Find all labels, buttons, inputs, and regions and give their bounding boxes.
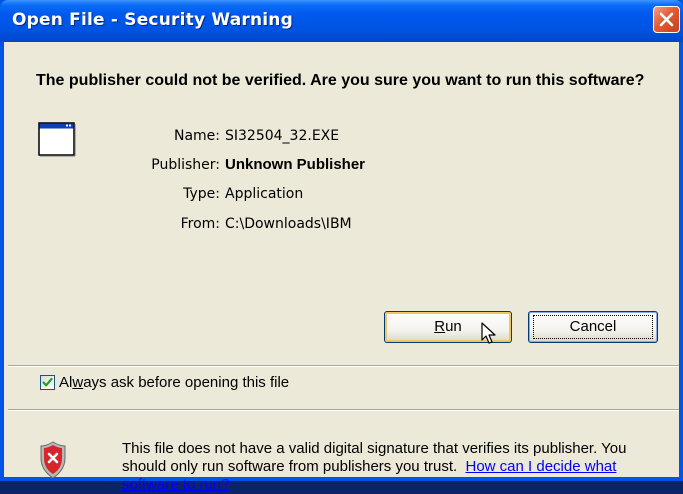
cancel-button[interactable]: Cancel <box>528 311 658 343</box>
checkbox-label-rest: ays ask before opening this file <box>83 374 290 391</box>
security-shield-icon <box>40 441 66 479</box>
top-divider <box>8 365 679 367</box>
from-value: C:\Downloads\IBM <box>225 216 352 232</box>
field-labels: Name: Publisher: Type: From: <box>104 128 220 258</box>
always-ask-label[interactable]: Always ask before opening this file <box>59 374 289 391</box>
application-window-icon <box>38 122 76 157</box>
publisher-label: Publisher: <box>151 157 220 173</box>
publisher-value: Unknown Publisher <box>225 156 366 173</box>
checkbox-accelerator: w <box>72 374 84 391</box>
run-label-rest: un <box>445 318 462 335</box>
from-label: From: <box>180 216 220 232</box>
close-button[interactable] <box>653 6 680 33</box>
signature-warning-text: This file does not have a valid digital … <box>122 440 667 494</box>
warning-question: The publisher could not be verified. Are… <box>36 72 645 89</box>
run-accelerator: R <box>434 318 446 335</box>
security-warning-window: Open File - Security Warning The publish… <box>0 0 683 493</box>
name-value: SI32504_32.EXE <box>225 128 340 144</box>
window-title: Open File - Security Warning <box>12 10 293 30</box>
name-label: Name: <box>173 128 220 144</box>
bottom-divider <box>8 409 679 411</box>
title-bar[interactable]: Open File - Security Warning <box>0 0 683 42</box>
type-value: Application <box>225 186 304 202</box>
dialog-body: The publisher could not be verified. Are… <box>4 42 679 493</box>
type-label: Type: <box>183 186 220 202</box>
mouse-cursor-icon <box>481 322 496 344</box>
checkbox-label-part: Al <box>59 374 73 391</box>
focus-rectangle <box>533 315 653 339</box>
close-icon <box>659 12 674 27</box>
checkmark-icon <box>42 377 53 387</box>
always-ask-checkbox[interactable] <box>40 375 55 390</box>
